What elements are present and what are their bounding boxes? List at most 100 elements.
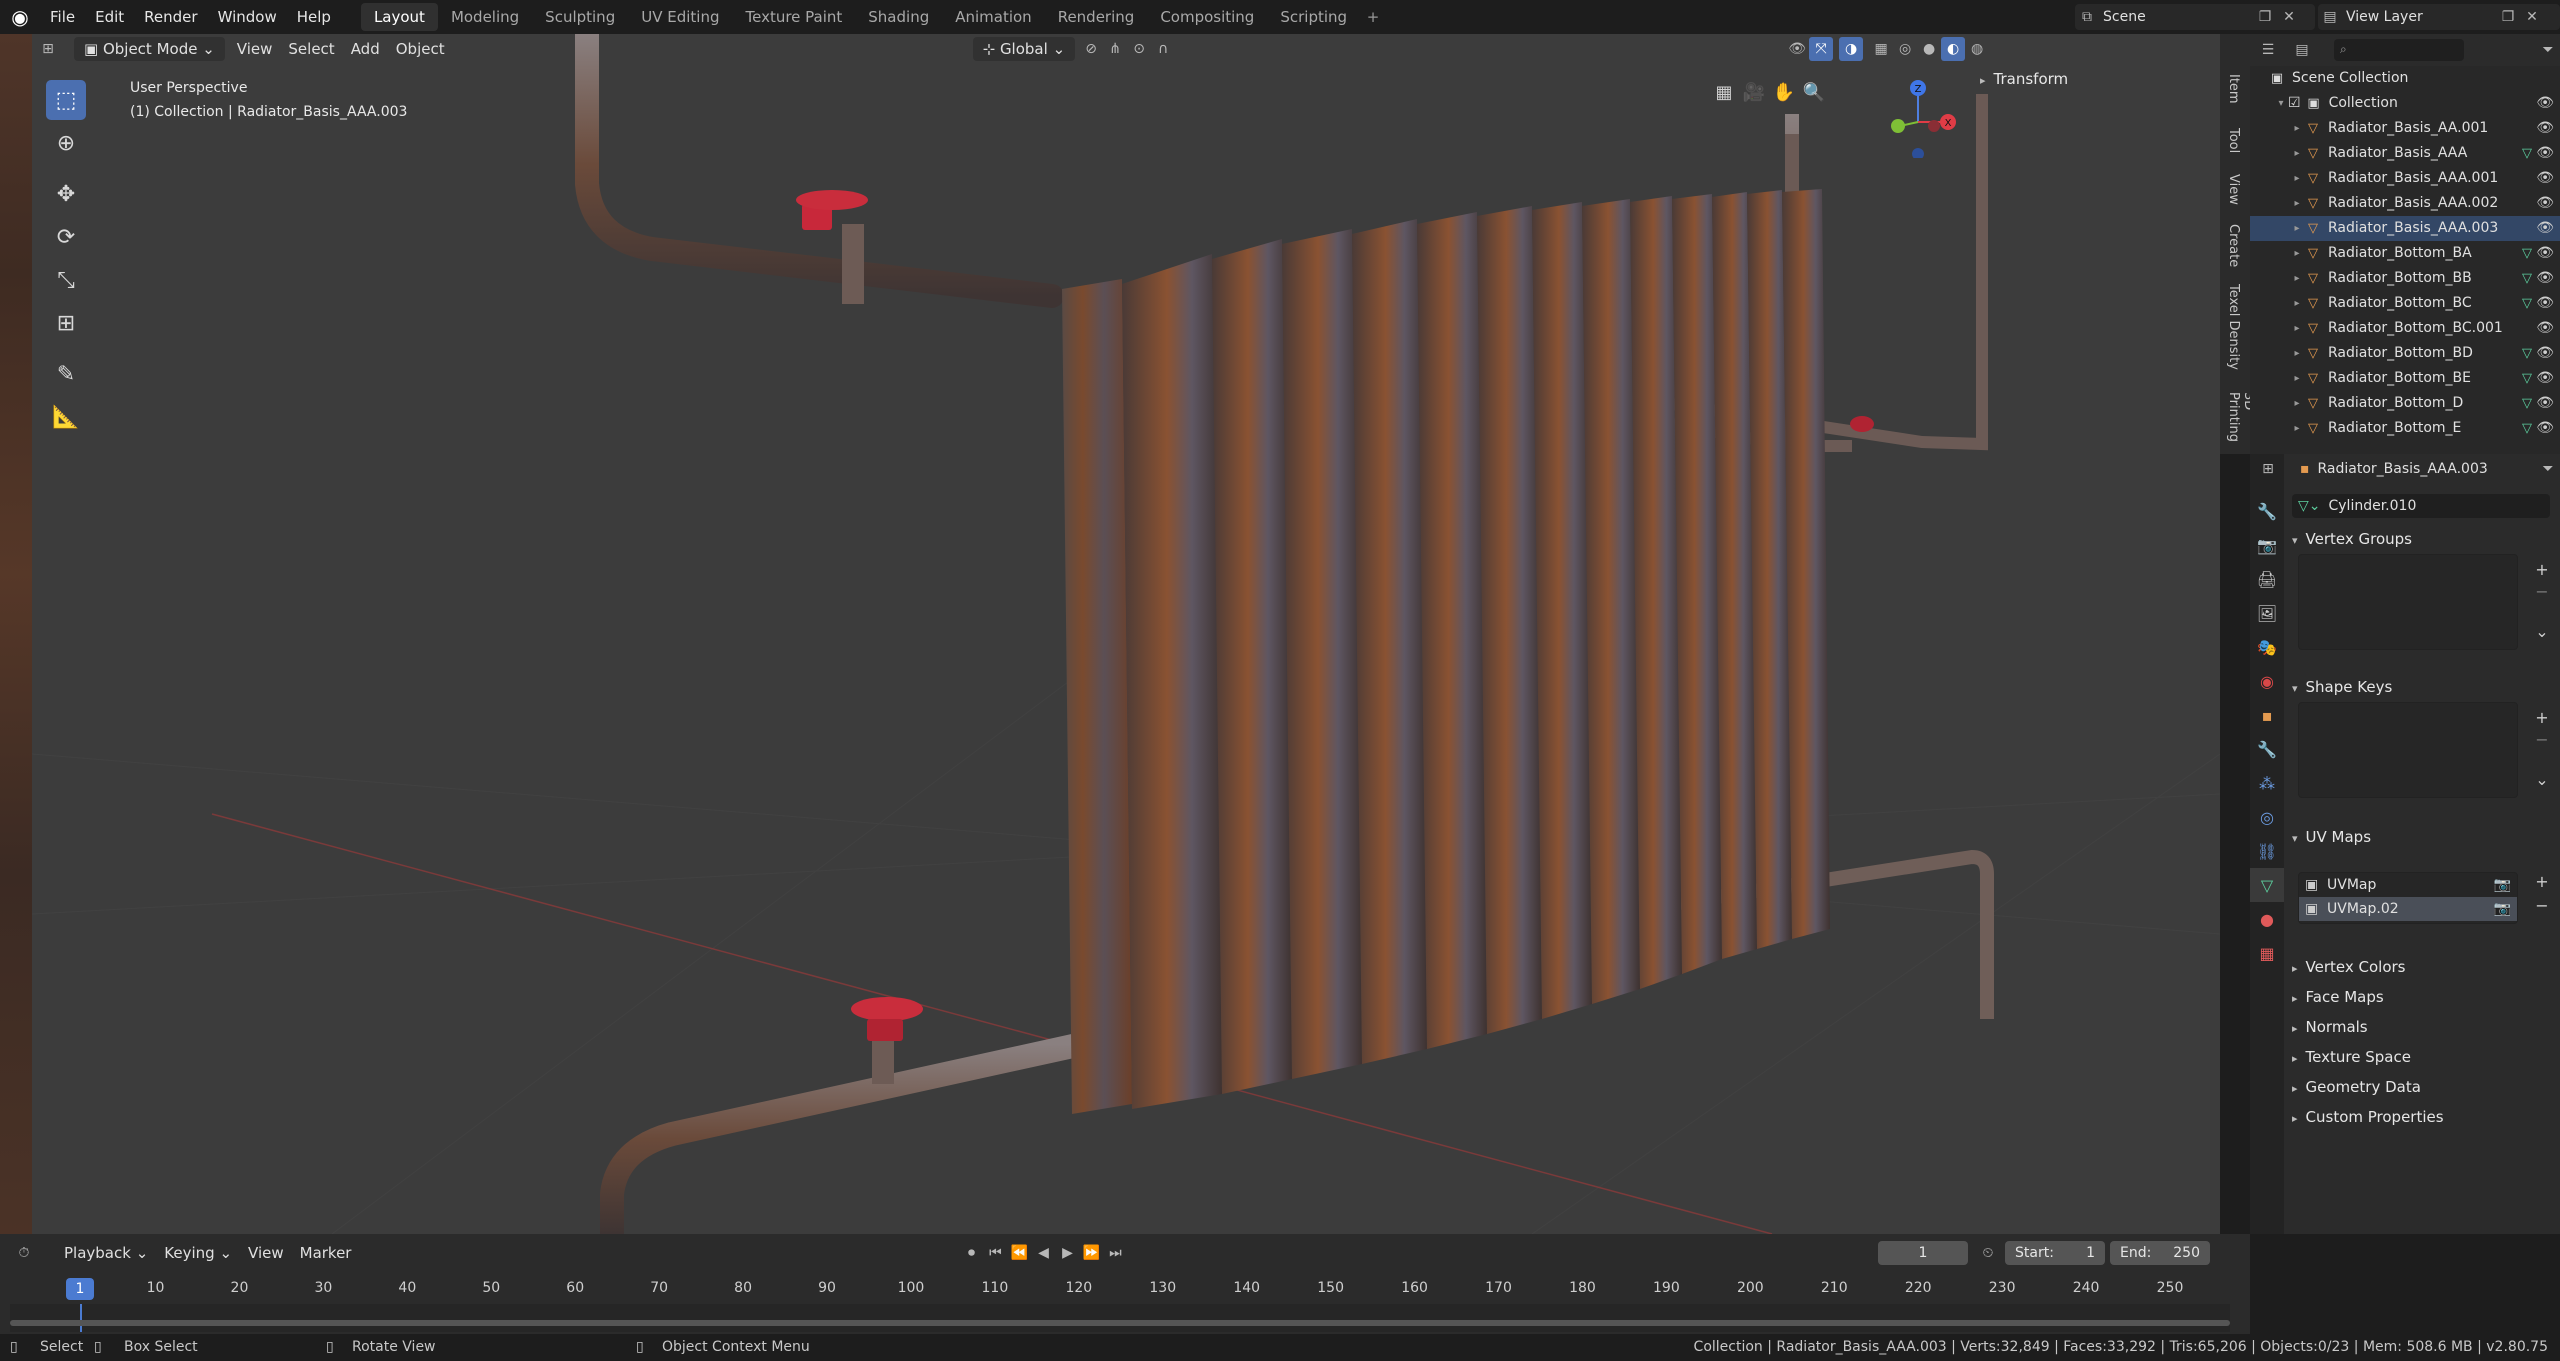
eye-icon[interactable]: 👁: [2536, 291, 2554, 316]
rotate-tool-icon[interactable]: ⟳: [46, 217, 86, 257]
overlay-toggle-icon[interactable]: ◑: [1839, 37, 1864, 61]
jump-start-icon[interactable]: ⏮: [983, 1241, 1007, 1265]
timeline-scrollbar[interactable]: [10, 1320, 2230, 1326]
shape-keys-header[interactable]: ▾ Shape Keys: [2292, 678, 2560, 696]
collection-checkbox-icon[interactable]: ☑: [2288, 91, 2301, 116]
output-props-icon[interactable]: 🖨: [2250, 562, 2284, 596]
proportional-edit-icon[interactable]: ⊙: [1127, 37, 1151, 61]
outliner-search-input[interactable]: ⌕: [2334, 39, 2464, 61]
texture-props-icon[interactable]: ▦: [2250, 936, 2284, 970]
mesh-data-icon[interactable]: ▽: [2522, 391, 2532, 416]
playhead[interactable]: [80, 1304, 82, 1332]
jump-keyframe-back-icon[interactable]: ⏪: [1007, 1241, 1031, 1265]
texture-space-header[interactable]: ▸ Texture Space: [2292, 1048, 2560, 1066]
timeline-menu-view[interactable]: View: [240, 1241, 292, 1265]
shape-key-menu-icon[interactable]: ⌄: [2531, 768, 2553, 790]
menu-render[interactable]: Render: [134, 0, 207, 34]
uv-map-row[interactable]: ▣ UVMap 📷: [2299, 873, 2517, 897]
copy-view-layer-icon[interactable]: ❐: [2496, 5, 2520, 29]
perspective-toggle-icon[interactable]: ▦: [1712, 80, 1736, 104]
object-props-icon[interactable]: ▪: [2250, 698, 2284, 732]
editor-type-icon[interactable]: ⊞: [36, 37, 60, 61]
outliner-item[interactable]: ▸ ▽ Radiator_Basis_AAA.001 👁: [2250, 166, 2560, 191]
modifier-props-icon[interactable]: 🔧: [2250, 732, 2284, 766]
start-frame-field[interactable]: Start: 1: [2005, 1241, 2105, 1265]
display-mode-icon[interactable]: ▤: [2290, 38, 2314, 62]
viewport-menu-object[interactable]: Object: [388, 37, 453, 61]
transform-panel-header[interactable]: ▸ Transform: [1980, 70, 2220, 96]
move-tool-icon[interactable]: ✥: [46, 174, 86, 214]
mesh-data-icon[interactable]: ▽: [2522, 416, 2532, 441]
preview-range-icon[interactable]: ⏲: [1976, 1241, 2000, 1265]
pivot-icon[interactable]: ⊘: [1079, 37, 1103, 61]
custom-properties-header[interactable]: ▸ Custom Properties: [2292, 1108, 2560, 1126]
3d-viewport[interactable]: ⊞ ▣ Object Mode ⌄ View Select Add Object…: [32, 34, 2220, 1234]
world-props-icon[interactable]: ◉: [2250, 664, 2284, 698]
mesh-datablock-field[interactable]: ▽⌄ Cylinder.010: [2292, 494, 2550, 518]
tab-uv-editing[interactable]: UV Editing: [628, 3, 732, 31]
timeline-editor-icon[interactable]: ⏱: [12, 1241, 36, 1265]
tab-sculpting[interactable]: Sculpting: [532, 3, 628, 31]
expand-icon[interactable]: ▸: [2290, 266, 2304, 291]
outliner-item[interactable]: ▸ ▽ Radiator_Basis_AA.001 👁: [2250, 116, 2560, 141]
expand-icon[interactable]: ▸: [2290, 366, 2304, 391]
jump-keyframe-forward-icon[interactable]: ⏩: [1079, 1241, 1103, 1265]
shape-keys-list[interactable]: [2298, 702, 2518, 798]
eye-icon[interactable]: 👁: [2536, 266, 2554, 291]
object-mode-dropdown[interactable]: ▣ Object Mode ⌄: [74, 37, 225, 61]
face-maps-header[interactable]: ▸ Face Maps: [2292, 988, 2560, 1006]
tab-rendering[interactable]: Rendering: [1045, 3, 1148, 31]
timeline-menu-marker[interactable]: Marker: [292, 1241, 360, 1265]
tab-texel-density[interactable]: Texel Density: [2226, 284, 2241, 370]
pin-icon[interactable]: ⏷: [2536, 457, 2560, 481]
zoom-view-icon[interactable]: 🔍: [1802, 80, 1826, 104]
outliner-item[interactable]: ▸ ▽ Radiator_Basis_AAA ▽ 👁: [2250, 141, 2560, 166]
uv-maps-list[interactable]: ▣ UVMap 📷 ▣ UVMap.02 📷: [2298, 872, 2518, 924]
eye-icon[interactable]: 👁: [2536, 366, 2554, 391]
mesh-data-icon[interactable]: ▽: [2522, 141, 2532, 166]
remove-shape-key-icon[interactable]: −: [2531, 728, 2553, 750]
mesh-data-icon[interactable]: ▽: [2522, 241, 2532, 266]
uv-map-row[interactable]: ▣ UVMap.02 📷: [2299, 897, 2517, 921]
expand-icon[interactable]: ▸: [2290, 191, 2304, 216]
viewport-menu-add[interactable]: Add: [343, 37, 388, 61]
transform-tool-icon[interactable]: ⊞: [46, 303, 86, 343]
eye-icon[interactable]: 👁: [2536, 116, 2554, 141]
annotate-tool-icon[interactable]: ✎: [46, 354, 86, 394]
falloff-icon[interactable]: ∩: [1151, 37, 1175, 61]
geometry-data-header[interactable]: ▸ Geometry Data: [2292, 1078, 2560, 1096]
tab-shading[interactable]: Shading: [855, 3, 942, 31]
eye-icon[interactable]: 👁: [2536, 166, 2554, 191]
tab-layout[interactable]: Layout: [360, 3, 438, 31]
expand-icon[interactable]: ▸: [2290, 166, 2304, 191]
frame-ruler[interactable]: 1 10 20 30 40 50 60 70 80 90 100 110 120 130 140 150 16…: [10, 1274, 2230, 1304]
remove-uv-map-icon[interactable]: −: [2531, 894, 2553, 916]
outliner-item[interactable]: ▸ ▽ Radiator_Bottom_BD ▽ 👁: [2250, 341, 2560, 366]
tab-scripting[interactable]: Scripting: [1267, 3, 1360, 31]
scale-tool-icon[interactable]: ⤡: [46, 260, 86, 300]
tool-props-icon[interactable]: 🔧: [2250, 494, 2284, 528]
gizmo-toggle-icon[interactable]: ⤧: [1809, 37, 1834, 61]
play-reverse-icon[interactable]: ◀: [1031, 1241, 1055, 1265]
outliner-item[interactable]: ▸ ▽ Radiator_Bottom_BE ▽ 👁: [2250, 366, 2560, 391]
tab-view[interactable]: View: [2226, 174, 2241, 205]
mesh-data-props-icon[interactable]: ▽: [2250, 868, 2284, 902]
eye-icon[interactable]: 👁: [2536, 341, 2554, 366]
expand-icon[interactable]: ▸: [2290, 416, 2304, 441]
expand-icon[interactable]: ▸: [2290, 116, 2304, 141]
shading-solid-icon[interactable]: ●: [1917, 37, 1941, 61]
cursor-tool-icon[interactable]: ⊕: [46, 123, 86, 163]
expand-icon[interactable]: ▸: [2290, 391, 2304, 416]
vertex-group-menu-icon[interactable]: ⌄: [2531, 620, 2553, 642]
tab-compositing[interactable]: Compositing: [1147, 3, 1267, 31]
outliner-item[interactable]: ▸ ▽ Radiator_Bottom_BB ▽ 👁: [2250, 266, 2560, 291]
select-box-tool-icon[interactable]: ⬚: [46, 80, 86, 120]
delete-view-layer-icon[interactable]: ✕: [2520, 5, 2544, 29]
menu-help[interactable]: Help: [287, 0, 341, 34]
current-frame-indicator[interactable]: 1: [66, 1278, 94, 1300]
eye-icon[interactable]: 👁: [2536, 141, 2554, 166]
menu-edit[interactable]: Edit: [85, 0, 134, 34]
shading-material-icon[interactable]: ◐: [1941, 37, 1966, 61]
orientation-dropdown[interactable]: ⊹ Global ⌄: [972, 37, 1076, 61]
end-frame-field[interactable]: End: 250: [2110, 1241, 2210, 1265]
